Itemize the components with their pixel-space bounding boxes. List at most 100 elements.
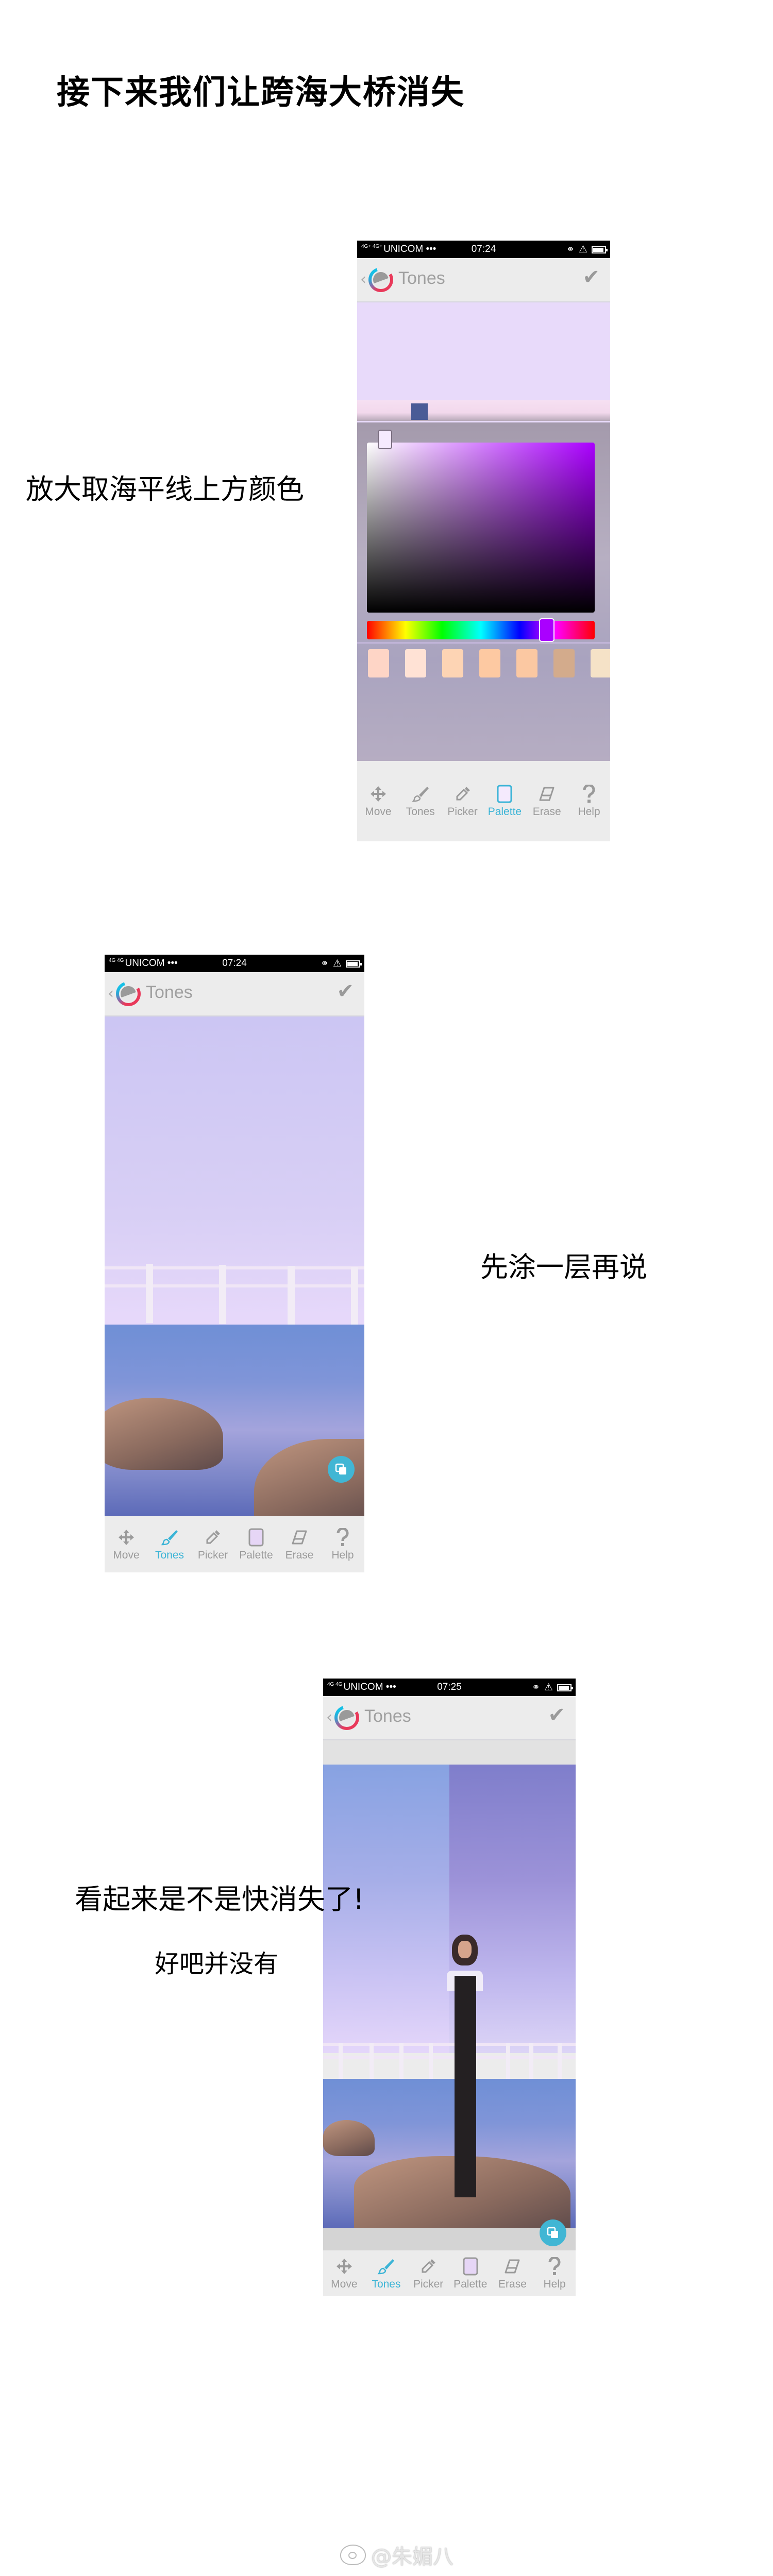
tool-picker[interactable]: Picker — [408, 2257, 448, 2291]
tool-tones[interactable]: Tones — [366, 2257, 406, 2291]
layers-icon — [335, 1463, 346, 1475]
eyedropper-icon — [204, 1528, 222, 1547]
app-logo-icon — [334, 1705, 359, 1730]
color-swatch[interactable] — [479, 649, 500, 677]
brush-icon — [161, 1528, 178, 1547]
bottom-toolbar: Move Tones Picker Palette Erase Help — [105, 1516, 364, 1572]
status-bar: 4G+ 4G+ UNICOM ••• 07:24 ⚭ ⚠ — [357, 241, 610, 258]
tool-tones[interactable]: Tones — [400, 784, 441, 818]
tool-help[interactable]: Help — [534, 2257, 575, 2291]
phone-screenshot-palette: 4G+ 4G+ UNICOM ••• 07:24 ⚭ ⚠ ‹ Tones ✔ Mov… — [357, 241, 610, 841]
bridge-rail — [105, 1266, 364, 1269]
skin-tone-swatches — [368, 649, 610, 677]
app-logo-icon — [116, 981, 141, 1006]
bridge-photo-region — [357, 400, 610, 421]
help-icon — [336, 1528, 349, 1547]
tool-palette[interactable]: Palette — [484, 784, 525, 818]
tool-label: Tones — [372, 2278, 401, 2290]
battery-icon — [592, 246, 608, 253]
tool-label: Palette — [453, 2278, 488, 2290]
tool-erase[interactable]: Erase — [527, 784, 567, 818]
tool-palette[interactable]: Palette — [236, 1528, 277, 1562]
move-icon — [369, 784, 387, 804]
page-title: 接下来我们让跨海大桥消失 — [57, 74, 465, 112]
bottom-toolbar: Move Tones Picker Palette Erase Help — [323, 2250, 576, 2296]
status-bar: 4G 4G UNICOM ••• 07:24 ⚭ ⚠ — [105, 955, 364, 972]
tool-erase[interactable]: Erase — [279, 1528, 321, 1562]
tool-label: Move — [113, 1549, 140, 1561]
color-swatch[interactable] — [516, 649, 537, 677]
bridge-pier — [506, 2043, 510, 2081]
layers-fab-button[interactable] — [540, 2219, 566, 2246]
tool-picker[interactable]: Picker — [192, 1528, 234, 1562]
app-header: ‹ Tones ✔ — [357, 258, 610, 302]
tool-picker[interactable]: Picker — [442, 784, 483, 818]
color-picker-thumb[interactable] — [378, 430, 392, 449]
watermark: @朱媚八 — [340, 2540, 453, 2570]
eraser-icon — [503, 2257, 521, 2276]
tool-move[interactable]: Move — [324, 2257, 364, 2291]
battery-icon — [346, 960, 362, 968]
headset-icon: ⚭ — [532, 1682, 540, 1693]
photo-canvas[interactable] — [357, 302, 610, 761]
screen-title: Tones — [364, 1706, 411, 1726]
tool-erase[interactable]: Erase — [492, 2257, 532, 2291]
tool-tones[interactable]: Tones — [149, 1528, 191, 1562]
headset-icon: ⚭ — [566, 244, 575, 255]
eyedropper-icon — [419, 2257, 437, 2276]
eyedropper-icon — [454, 784, 472, 804]
palette-icon — [248, 1528, 264, 1547]
back-button[interactable]: ‹ — [108, 985, 114, 1003]
tool-help[interactable]: Help — [322, 1528, 364, 1562]
tool-label: Palette — [488, 806, 522, 818]
tool-label: Erase — [285, 1549, 314, 1561]
color-swatch[interactable] — [368, 649, 389, 677]
caption-step3a: 看起来是不是快消失了! — [75, 1883, 364, 1916]
tool-label: Picker — [197, 1549, 228, 1561]
bridge-pier — [399, 2043, 404, 2081]
back-button[interactable]: ‹ — [326, 1708, 332, 1726]
bridge-rail — [105, 1284, 364, 1287]
bridge-rail — [323, 2043, 576, 2046]
color-swatch[interactable] — [442, 649, 463, 677]
canvas-margin-bottom — [323, 2228, 576, 2250]
tool-label: Erase — [498, 2278, 527, 2290]
brush-icon — [412, 784, 429, 804]
bridge-pier — [219, 1265, 226, 1324]
phone-screenshot-first-layer: 4G 4G UNICOM ••• 07:24 ⚭ ⚠ ‹ Tones ✔ Move T… — [105, 955, 364, 1572]
color-swatch[interactable] — [591, 649, 610, 677]
confirm-check-button[interactable]: ✔ — [548, 1703, 565, 1727]
tool-label: Tones — [406, 806, 435, 818]
tool-help[interactable]: Help — [569, 784, 610, 818]
tool-label: Palette — [239, 1549, 273, 1561]
move-icon — [335, 2257, 353, 2276]
back-button[interactable]: ‹ — [360, 270, 366, 289]
tool-move[interactable]: Move — [358, 784, 399, 818]
app-logo-icon — [368, 267, 393, 292]
photo-canvas[interactable] — [323, 1765, 576, 2228]
brush-icon — [377, 2257, 395, 2276]
help-icon — [582, 784, 596, 804]
caption-step1: 放大取海平线上方颜色 — [26, 473, 304, 505]
tool-label: Picker — [447, 806, 478, 818]
confirm-check-button[interactable]: ✔ — [337, 979, 354, 1003]
person-dress — [455, 1976, 476, 2197]
bridge-pier — [146, 1264, 153, 1323]
tool-palette[interactable]: Palette — [450, 2257, 491, 2291]
battery-icon — [557, 1684, 573, 1691]
color-swatch[interactable] — [553, 649, 575, 677]
tool-label: Help — [543, 2278, 566, 2290]
watermark-text: @朱媚八 — [371, 2545, 453, 2569]
move-icon — [117, 1528, 135, 1547]
tool-move[interactable]: Move — [106, 1528, 147, 1562]
help-icon — [548, 2257, 561, 2276]
photo-canvas[interactable] — [105, 1016, 364, 1516]
color-swatch[interactable] — [405, 649, 426, 677]
hue-slider[interactable] — [367, 621, 595, 639]
mute-bell-icon: ⚠ — [332, 958, 342, 969]
saturation-value-picker[interactable] — [367, 443, 595, 613]
hue-slider-thumb[interactable] — [539, 618, 555, 642]
confirm-check-button[interactable]: ✔ — [582, 265, 600, 289]
layers-fab-button[interactable] — [328, 1456, 355, 1483]
bridge-pier — [529, 2043, 533, 2081]
